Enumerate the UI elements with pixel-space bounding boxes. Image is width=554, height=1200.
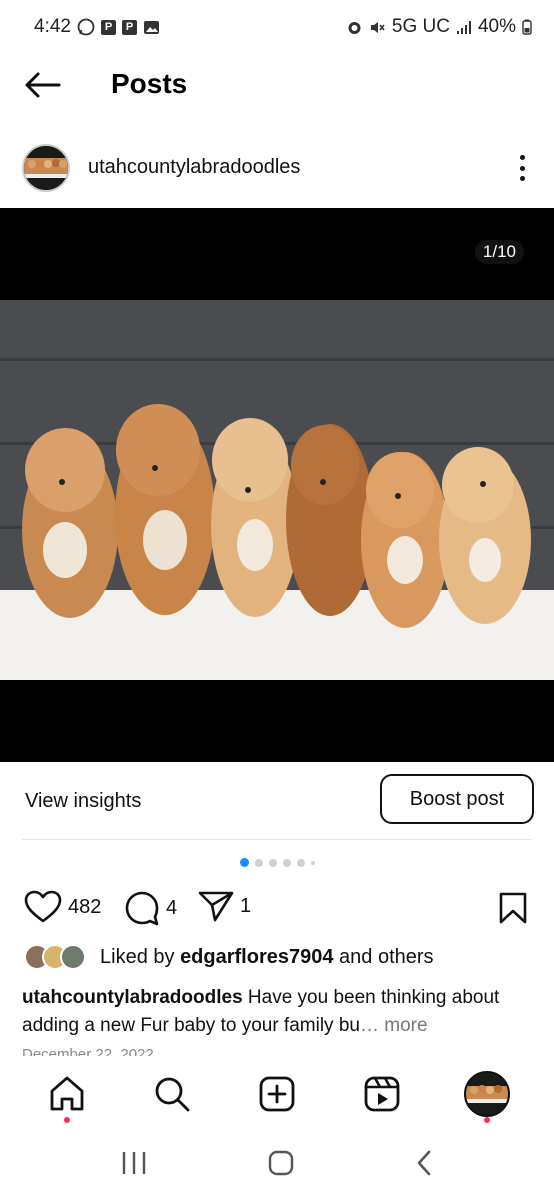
network-label: 5G UC	[391, 16, 450, 37]
liked-by-row[interactable]: Liked by edgarflores7904 and others	[24, 944, 434, 970]
nav-profile[interactable]	[462, 1069, 512, 1123]
home-circle-icon	[268, 1150, 294, 1175]
heart-icon	[24, 890, 62, 923]
post-date: December 22, 2022	[22, 1046, 154, 1056]
status-time: 4:42	[34, 16, 71, 37]
author-username[interactable]: utahcountylabradoodles	[88, 156, 300, 179]
post-media-carousel[interactable]: 1/10	[0, 208, 554, 762]
nav-reels[interactable]	[357, 1069, 407, 1119]
caption-username[interactable]: utahcountylabradoodles	[22, 987, 243, 1008]
comment-icon	[125, 891, 159, 926]
author-avatar[interactable]	[22, 144, 70, 192]
save-button[interactable]	[498, 892, 528, 929]
liked-by-username[interactable]: edgarflores7904	[180, 946, 333, 969]
liked-by-suffix: and others	[333, 945, 434, 968]
gallery-icon	[143, 20, 160, 35]
home-icon	[50, 1076, 83, 1111]
top-app-bar: Posts	[0, 54, 554, 116]
carousel-dot	[296, 858, 305, 867]
status-right: 5G UC 40%	[346, 16, 532, 38]
home-system-button[interactable]	[267, 1149, 295, 1182]
status-bar: 4:42 P P 5G UC 40%	[0, 0, 554, 54]
share-button[interactable]: 1	[198, 890, 251, 922]
nav-create[interactable]	[252, 1069, 302, 1119]
carousel-indicator	[0, 858, 554, 867]
system-navigation-bar	[0, 1130, 554, 1200]
insights-row: View insights Boost post	[22, 772, 534, 840]
comment-button[interactable]: 4	[124, 890, 177, 926]
reels-icon	[364, 1076, 400, 1112]
post-actions: 482 4 1	[0, 886, 554, 930]
comments-count: 4	[166, 896, 178, 919]
more-vertical-icon-dot	[519, 176, 525, 181]
post-photo	[0, 300, 554, 680]
status-left: 4:42 P P	[34, 16, 160, 38]
media-counter: 1/10	[474, 240, 524, 264]
nav-home[interactable]	[42, 1069, 92, 1123]
arrow-left-icon	[25, 72, 61, 98]
page-title: Posts	[111, 68, 188, 99]
like-button[interactable]: 482	[24, 890, 101, 924]
system-back-button[interactable]	[414, 1149, 434, 1182]
more-vertical-icon-dot	[519, 165, 525, 171]
back-button[interactable]	[22, 68, 62, 102]
notification-dot	[63, 1117, 70, 1123]
post-options-button[interactable]	[512, 152, 532, 184]
post-caption: utahcountylabradoodles Have you been thi…	[22, 984, 534, 1040]
liked-by-prefix: Liked by	[100, 945, 181, 968]
carousel-dot-active	[239, 858, 249, 867]
post-header: utahcountylabradoodles	[0, 140, 554, 196]
likes-count: 482	[68, 895, 102, 918]
recents-button[interactable]	[120, 1150, 148, 1181]
liked-by-avatars	[24, 944, 86, 970]
notification-p-icon-2: P	[121, 19, 137, 35]
battery-icon	[522, 19, 532, 35]
carousel-dot	[254, 858, 263, 867]
mute-icon	[369, 19, 386, 36]
signal-icon	[456, 20, 472, 35]
carousel-dot	[310, 860, 315, 865]
carousel-dot	[268, 858, 277, 867]
more-vertical-icon-dot	[519, 155, 525, 160]
recents-icon	[122, 1151, 145, 1174]
chevron-left-icon	[418, 1150, 431, 1175]
liker-avatar	[60, 944, 86, 970]
notification-p-icon: P	[100, 19, 116, 35]
shares-count: 1	[240, 894, 252, 917]
view-insights-link[interactable]: View insights	[25, 790, 141, 813]
alarm-icon	[346, 19, 363, 36]
whatsapp-icon	[77, 18, 95, 36]
notification-dot	[484, 1117, 491, 1123]
nav-search[interactable]	[147, 1069, 197, 1119]
caption-more-link[interactable]: … more	[360, 1015, 428, 1036]
send-icon	[198, 891, 234, 922]
carousel-dot	[282, 858, 291, 867]
bookmark-icon	[499, 892, 527, 924]
search-icon	[155, 1077, 190, 1112]
plus-square-icon	[259, 1076, 295, 1112]
boost-post-button[interactable]: Boost post	[380, 774, 534, 824]
profile-avatar	[464, 1071, 511, 1117]
bottom-navigation	[0, 1058, 554, 1130]
battery-label: 40%	[477, 16, 516, 37]
